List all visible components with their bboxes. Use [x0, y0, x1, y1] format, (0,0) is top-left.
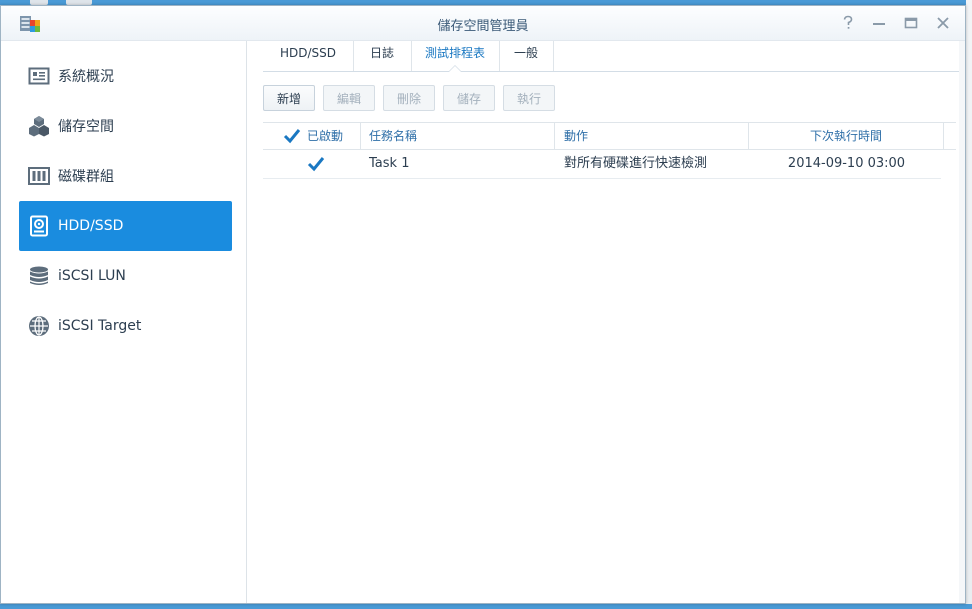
save-button[interactable]: 儲存	[443, 85, 495, 111]
column-action[interactable]: 動作	[555, 123, 749, 149]
sidebar: 系統概況 儲存空間 磁碟群組 HDD/SSD iSCSI LUN iSCSI T…	[1, 41, 247, 603]
close-icon	[937, 17, 949, 29]
sidebar-item-label: 磁碟群組	[58, 169, 114, 185]
title-bar[interactable]: 儲存空間管理員	[1, 6, 965, 41]
sidebar-item-hdd-ssd[interactable]: HDD/SSD	[19, 201, 232, 251]
help-button[interactable]	[839, 14, 857, 32]
column-header-label: 下次執行時間	[809, 129, 882, 143]
overview-icon	[28, 65, 50, 87]
sidebar-item-iscsi-target[interactable]: iSCSI Target	[19, 301, 232, 351]
main-panel: HDD/SSD 日誌 測試排程表 一般 新增 編輯 刪除 儲存 執行 已啟動 任…	[247, 41, 965, 603]
minimize-icon	[873, 23, 885, 25]
globe-icon	[28, 315, 50, 337]
hdd-icon	[28, 215, 50, 237]
edit-button[interactable]: 編輯	[323, 85, 375, 111]
sidebar-item-iscsi-lun[interactable]: iSCSI LUN	[19, 251, 232, 301]
sidebar-item-label: iSCSI LUN	[58, 268, 126, 284]
active-tab-indicator	[448, 65, 462, 72]
table-row[interactable]: Task 1 對所有硬碟進行快速檢測 2014-09-10 03:00	[263, 150, 941, 179]
scrollbar-track[interactable]	[959, 41, 965, 603]
delete-button[interactable]: 刪除	[383, 85, 435, 111]
maximize-icon	[904, 17, 918, 29]
disk-group-icon	[28, 165, 50, 187]
next-run-cell: 2014-09-10 03:00	[787, 156, 906, 171]
column-enabled[interactable]: 已啟動	[263, 123, 361, 149]
sidebar-item-label: 系統概況	[58, 69, 114, 85]
tab-bar: HDD/SSD 日誌 測試排程表 一般	[263, 41, 959, 72]
database-icon	[28, 265, 50, 287]
checkmark-icon	[307, 157, 325, 172]
sidebar-item-label: iSCSI Target	[58, 318, 142, 334]
select-all-checkbox-icon[interactable]	[283, 127, 301, 145]
sidebar-item-overview[interactable]: 系統概況	[19, 51, 232, 101]
column-header-label: 動作	[564, 129, 589, 143]
task-name-cell: Task 1	[369, 156, 410, 171]
column-next-run[interactable]: 下次執行時間	[749, 123, 944, 149]
window-title: 儲存空間管理員	[437, 19, 529, 34]
cubes-icon	[28, 115, 50, 137]
table-header: 已啟動 任務名稱 動作 下次執行時間	[263, 122, 956, 150]
column-header-label: 已啟動	[307, 129, 344, 143]
run-button[interactable]: 執行	[503, 85, 555, 111]
question-icon	[843, 15, 853, 29]
tab-logs[interactable]: 日誌	[353, 41, 412, 71]
minimize-button[interactable]	[870, 14, 888, 32]
sidebar-item-storage[interactable]: 儲存空間	[19, 101, 232, 151]
storage-manager-window: 儲存空間管理員 系統概況 儲存空間 磁碟群組 HDD/SSD iSCSI LUN…	[0, 5, 966, 604]
schedule-table: 已啟動 任務名稱 動作 下次執行時間 Task 1 對所有硬碟進行快速檢測 20…	[263, 122, 956, 179]
sidebar-item-disk-group[interactable]: 磁碟群組	[19, 151, 232, 201]
enabled-checkbox[interactable]	[307, 155, 325, 173]
action-cell: 對所有硬碟進行快速檢測	[564, 156, 708, 171]
create-button[interactable]: 新增	[263, 85, 315, 111]
sidebar-item-label: 儲存空間	[58, 119, 114, 135]
column-task-name[interactable]: 任務名稱	[361, 123, 555, 149]
tab-general[interactable]: 一般	[499, 41, 554, 71]
tab-hdd-ssd[interactable]: HDD/SSD	[263, 41, 354, 71]
maximize-button[interactable]	[902, 14, 920, 32]
desktop-background	[0, 604, 972, 609]
sidebar-item-label: HDD/SSD	[58, 218, 124, 234]
desktop-background	[966, 0, 972, 609]
close-button[interactable]	[934, 14, 952, 32]
column-header-label: 任務名稱	[369, 129, 418, 143]
